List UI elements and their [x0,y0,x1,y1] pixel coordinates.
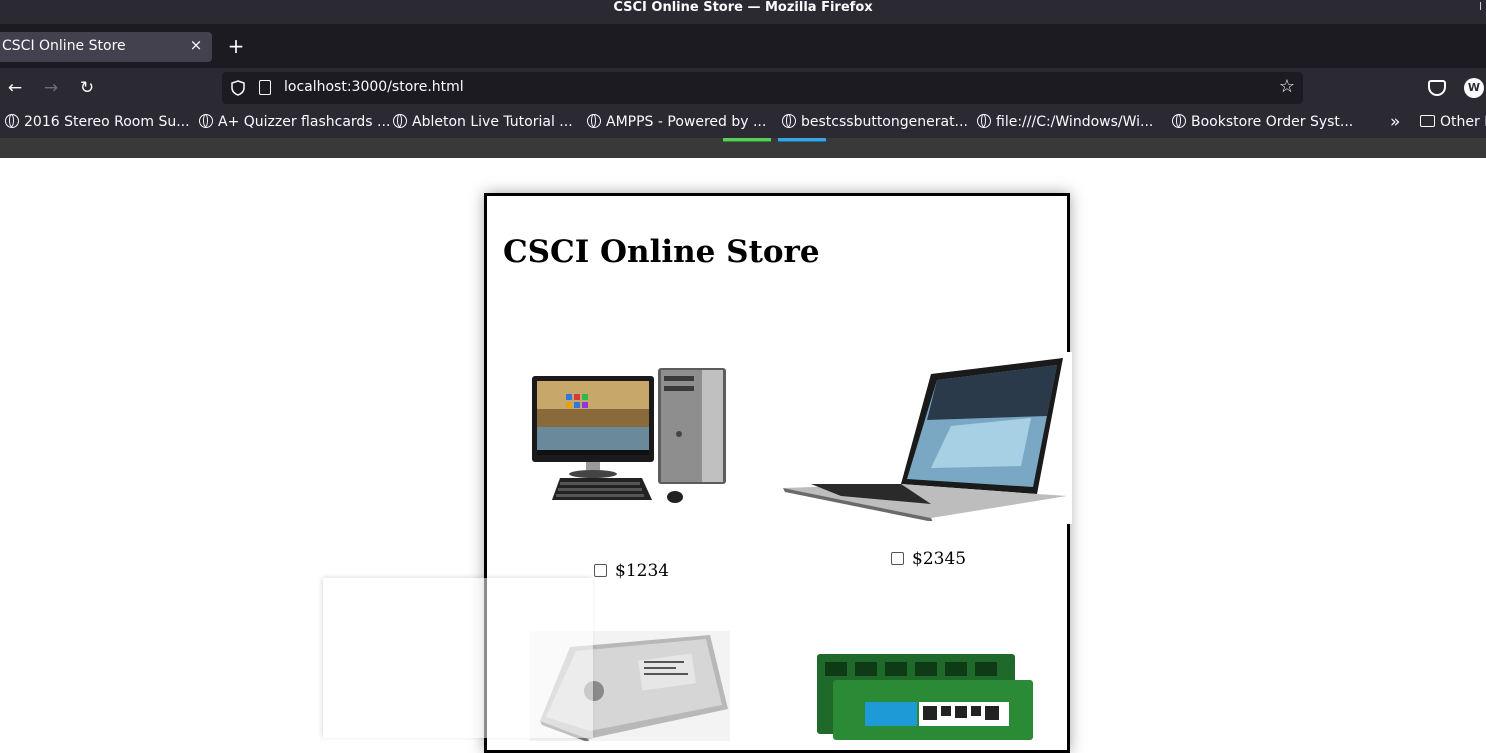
bookmark-label: bestcssbuttongenerat... [801,114,968,130]
globe-icon [587,114,601,128]
page-title: CSCI Online Store [503,234,820,270]
pocket-icon[interactable] [1428,80,1446,96]
window-control-icon[interactable] [1480,2,1486,10]
account-avatar[interactable]: W [1464,78,1484,98]
bookmark-label: 2016 Stereo Room Su... [24,114,190,130]
bookmark-item[interactable]: 2016 Stereo Room Su... [5,114,190,132]
reload-button[interactable]: ↻ [75,76,99,100]
globe-icon [199,114,213,128]
product-card [815,650,1035,740]
forward-button[interactable]: → [39,76,63,100]
product-checkbox[interactable] [594,564,607,577]
bookmark-item[interactable]: AMPPS - Powered by ... [587,114,766,132]
product-card [781,356,1066,521]
bookmark-star-icon[interactable]: ☆ [1279,76,1295,97]
product-price-row: $2345 [891,549,966,569]
bookmark-item[interactable]: Ableton Live Tutorial ... [393,114,573,132]
tab-csci-online-store[interactable]: CSCI Online Store × [0,32,212,62]
globe-icon [782,114,796,128]
new-tab-button[interactable]: + [226,34,246,58]
globe-icon [5,114,19,128]
bookmark-item[interactable]: Bookstore Order Syst... [1172,114,1353,132]
bookmark-item[interactable]: file:///C:/Windows/Wi... [977,114,1153,132]
bookmark-label: A+ Quizzer flashcards ... [218,114,391,130]
product-price: $2345 [912,549,967,569]
tab-bar: CSCI Online Store × + [0,24,1486,68]
globe-icon [393,114,407,128]
product-price: $1234 [615,561,670,581]
site-header-strip [0,138,1486,158]
page-info-icon[interactable] [259,80,271,95]
bookmark-label: Bookstore Order Syst... [1191,114,1354,130]
tab-title: CSCI Online Store [2,38,126,54]
ram-module-image [817,654,1033,740]
window-titlebar: CSCI Online Store — Mozilla Firefox [0,0,1486,24]
globe-icon [1172,114,1186,128]
card-border-gap [1066,352,1072,524]
folder-icon [1420,115,1435,127]
product-card [530,364,730,514]
desktop-computer-image [532,368,726,503]
bookmark-label: file:///C:/Windows/Wi... [996,114,1154,130]
product-price-row: $1234 [594,561,669,581]
bookmark-item[interactable]: A+ Quizzer flashcards ... [199,114,390,132]
product-checkbox[interactable] [891,552,904,565]
globe-icon [977,114,991,128]
bookmarks-toolbar: 2016 Stereo Room Su... A+ Quizzer flashc… [0,108,1486,138]
other-bookmarks-folder[interactable]: Other B [1420,114,1486,130]
translucent-overlay-panel [323,578,593,738]
green-header-button[interactable] [723,138,771,142]
window-title: CSCI Online Store — Mozilla Firefox [613,0,873,15]
bookmark-item[interactable]: bestcssbuttongenerat... [782,114,968,132]
bookmark-label: AMPPS - Powered by ... [606,114,767,130]
address-bar[interactable]: localhost:3000/store.html ☆ [222,72,1303,104]
other-bookmarks-label: Other B [1440,114,1486,130]
url-text[interactable]: localhost:3000/store.html [284,79,464,95]
bookmark-label: Ableton Live Tutorial ... [412,114,573,130]
bookmarks-overflow-chevron-icon[interactable]: » [1390,112,1400,132]
back-button[interactable]: ← [3,76,27,100]
laptop-image [783,358,1066,521]
blue-header-button[interactable] [778,138,826,142]
navigation-toolbar: ← → ↻ localhost:3000/store.html ☆ W [0,68,1486,108]
shield-icon[interactable] [231,80,245,96]
close-tab-icon[interactable]: × [188,36,204,56]
